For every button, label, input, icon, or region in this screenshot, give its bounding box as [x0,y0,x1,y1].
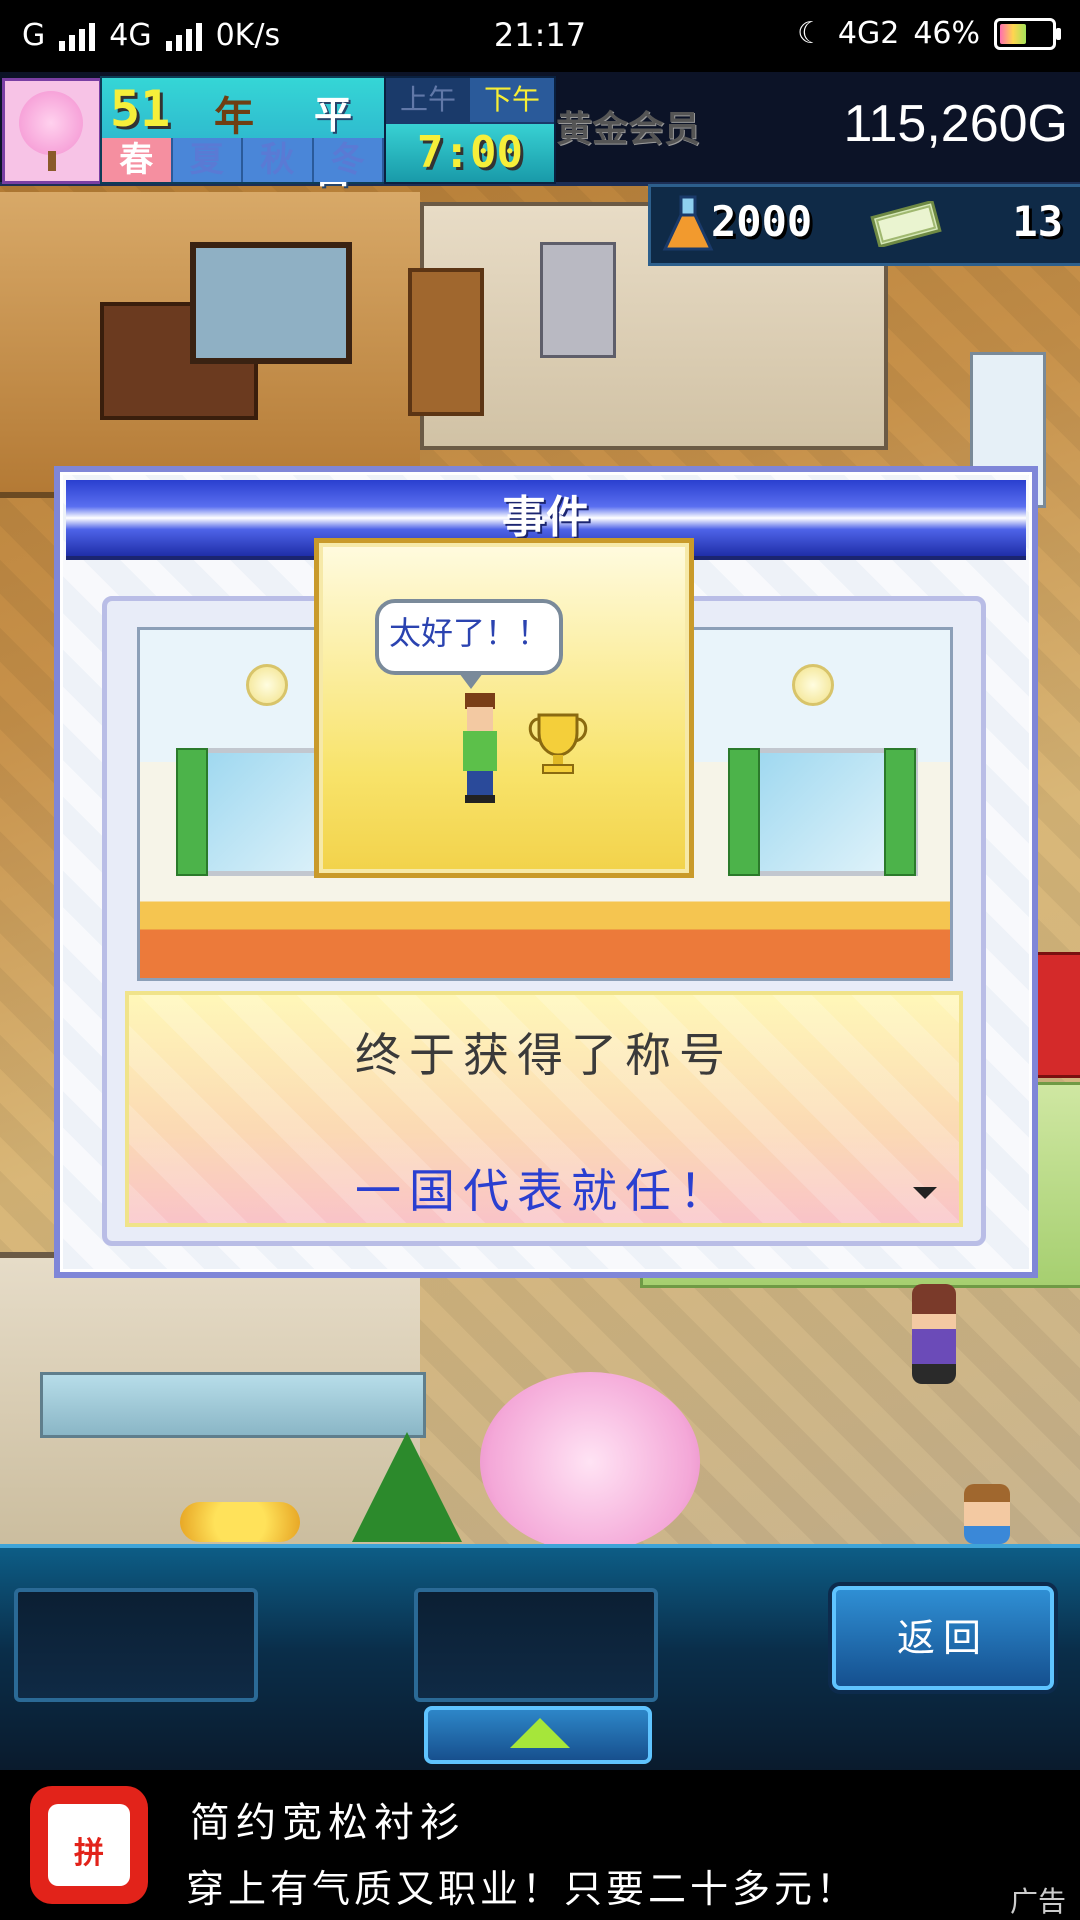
message-box[interactable]: 终于获得了称号 一国代表就任！ [125,991,963,1227]
back-button[interactable]: 返回 [832,1586,1054,1690]
empty-slot-left[interactable] [14,1588,258,1702]
message-line-1: 终于获得了称号 [355,1028,733,1082]
year-unit: 年 [214,94,254,140]
network2-label: 4G2 [837,16,900,51]
trophy-icon [528,713,588,774]
season-summer: 夏 [172,138,243,182]
table [190,242,352,364]
season-tree-icon [2,78,102,184]
season-winter: 冬 [313,138,384,182]
npc-girl[interactable] [912,1284,956,1384]
game-clock: 7:00 [386,124,554,182]
season-indicator: 春 夏 秋 冬 [102,138,384,182]
battery-icon [994,17,1061,50]
flowers [180,1502,300,1542]
gold-member-label: 黄金会员 [556,109,701,150]
door [408,268,484,416]
am-label: 上午 [399,83,456,116]
flask-icon [662,195,714,251]
message-line-2: 一国代表就任！ [355,1164,733,1218]
sink-counter [540,242,616,358]
arrow-up-icon [510,1718,570,1748]
ad-banner[interactable]: 拼 简约宽松衬衫 穿上有气质又职业！只要二十多元！ 广告 [0,1770,1080,1920]
pine-tree [352,1432,462,1542]
pm-label: 下午 [470,78,554,122]
top-hud: 51 年 平日 春 夏 秋 冬 上午 下午 7:00 黄金会员 115,260G [0,72,1080,192]
cash-icon [870,201,942,247]
resource-bar: 2000 13 [648,184,1080,266]
date-panel: 51 年 平日 春 夏 秋 冬 [100,76,386,192]
ad-title[interactable]: 简约宽松衬衫 [190,1790,466,1848]
empty-slot-center[interactable] [414,1588,658,1702]
control-panel: 返回 [0,1544,1080,1774]
season-spring: 春 [102,138,173,182]
npc-boy[interactable] [964,1484,1010,1544]
lamp-icon [246,664,288,706]
character-icon [463,693,497,803]
research-points: 2000 [711,197,813,246]
lamp-icon [792,664,834,706]
ad-tag: 广告 [1009,1885,1066,1918]
curtain [884,748,916,876]
speech-bubble: 太好了！！ [375,599,563,689]
battery-percent: 46% [913,16,980,51]
next-arrow-icon[interactable] [913,1187,937,1199]
money-counter: 115,260G [843,95,1068,153]
expand-up-button[interactable] [424,1706,652,1764]
time-panel: 上午 下午 7:00 [384,76,556,184]
curtain [728,748,760,876]
item-count: 13 [1012,197,1063,246]
moon-icon: ☾ [796,16,824,51]
curtain [176,748,208,876]
year-number: 51 [110,80,171,138]
ad-logo-text: 拼 [74,1836,104,1871]
character-portrait: 太好了！！ [314,538,694,878]
cherry-tree [480,1372,700,1544]
ad-description[interactable]: 穿上有气质又职业！只要二十多元！ [186,1858,858,1913]
status-bar: G 4G 0K/s 21:17 ☾ 4G2 46% [0,0,1080,72]
glass-rail [40,1372,426,1438]
season-autumn: 秋 [243,138,314,182]
pinduoduo-logo-icon[interactable]: 拼 [30,1786,148,1904]
